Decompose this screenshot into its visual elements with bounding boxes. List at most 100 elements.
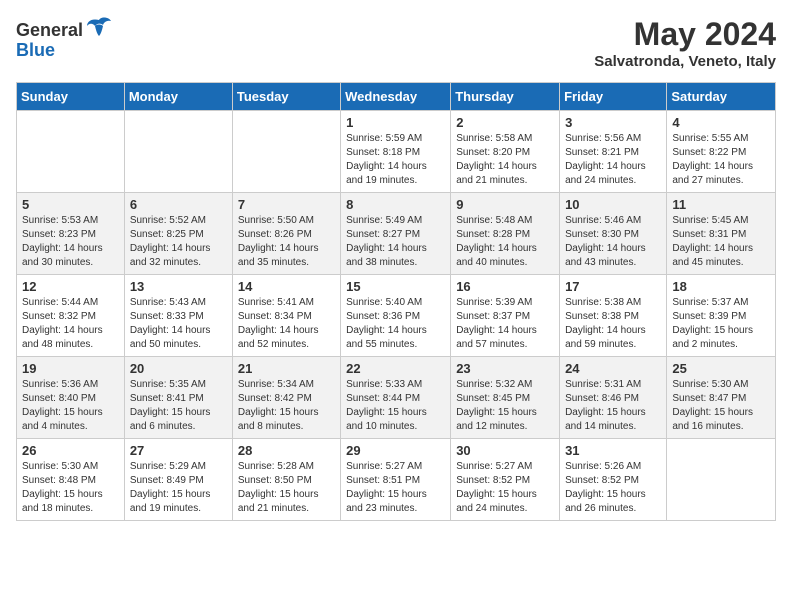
day-number: 20	[130, 361, 227, 376]
page-header: General Blue May 2024 Salvatronda, Venet…	[16, 16, 776, 70]
day-info: Sunrise: 5:48 AM Sunset: 8:28 PM Dayligh…	[456, 214, 554, 270]
calendar-day-cell: 11 Sunrise: 5:45 AM Sunset: 8:31 PM Dayli…	[667, 193, 776, 275]
day-number: 19	[22, 361, 119, 376]
day-info: Sunrise: 5:27 AM Sunset: 8:52 PM Dayligh…	[456, 460, 554, 516]
day-number: 16	[456, 279, 554, 294]
location-subtitle: Salvatronda, Veneto, Italy	[594, 53, 776, 70]
calendar-day-cell: 13 Sunrise: 5:43 AM Sunset: 8:33 PM Dayli…	[124, 275, 232, 357]
calendar-day-cell: 22Sunrise: 5:33 AM Sunset: 8:44 PM Dayli…	[341, 357, 451, 439]
day-info: Sunrise: 5:32 AM Sunset: 8:45 PM Dayligh…	[456, 378, 554, 434]
day-info: Sunrise: 5:55 AM Sunset: 8:22 PM Dayligh…	[672, 132, 770, 188]
day-info: Sunrise: 5:30 AM Sunset: 8:47 PM Dayligh…	[672, 378, 770, 434]
day-number: 2	[456, 115, 554, 130]
day-number: 21	[238, 361, 335, 376]
calendar-day-cell: 7Sunrise: 5:50 AM Sunset: 8:26 PM Daylig…	[232, 193, 340, 275]
month-title: May 2024	[594, 16, 776, 53]
calendar-day-cell: 23 Sunrise: 5:32 AM Sunset: 8:45 PM Dayli…	[451, 357, 560, 439]
logo-general: General	[16, 20, 83, 41]
day-info: Sunrise: 5:45 AM Sunset: 8:31 PM Dayligh…	[672, 214, 770, 270]
calendar-day-cell: 14Sunrise: 5:41 AM Sunset: 8:34 PM Dayli…	[232, 275, 340, 357]
calendar-day-cell: 20 Sunrise: 5:35 AM Sunset: 8:41 PM Dayli…	[124, 357, 232, 439]
day-info: Sunrise: 5:39 AM Sunset: 8:37 PM Dayligh…	[456, 296, 554, 352]
calendar-week-row: 26 Sunrise: 5:30 AM Sunset: 8:48 PM Dayli…	[17, 439, 776, 521]
column-header-saturday: Saturday	[667, 83, 776, 111]
day-number: 13	[130, 279, 227, 294]
day-info: Sunrise: 5:59 AM Sunset: 8:18 PM Dayligh…	[346, 132, 445, 188]
column-header-sunday: Sunday	[17, 83, 125, 111]
day-info: Sunrise: 5:30 AM Sunset: 8:48 PM Dayligh…	[22, 460, 119, 516]
column-header-friday: Friday	[560, 83, 667, 111]
day-info: Sunrise: 5:37 AM Sunset: 8:39 PM Dayligh…	[672, 296, 770, 352]
day-info: Sunrise: 5:46 AM Sunset: 8:30 PM Dayligh…	[565, 214, 661, 270]
calendar-day-cell: 15 Sunrise: 5:40 AM Sunset: 8:36 PM Dayli…	[341, 275, 451, 357]
calendar-day-cell: 1 Sunrise: 5:59 AM Sunset: 8:18 PM Daylig…	[341, 111, 451, 193]
day-info: Sunrise: 5:31 AM Sunset: 8:46 PM Dayligh…	[565, 378, 661, 434]
calendar-header-row: SundayMondayTuesdayWednesdayThursdayFrid…	[17, 83, 776, 111]
column-header-thursday: Thursday	[451, 83, 560, 111]
column-header-tuesday: Tuesday	[232, 83, 340, 111]
day-info: Sunrise: 5:44 AM Sunset: 8:32 PM Dayligh…	[22, 296, 119, 352]
day-info: Sunrise: 5:52 AM Sunset: 8:25 PM Dayligh…	[130, 214, 227, 270]
day-info: Sunrise: 5:41 AM Sunset: 8:34 PM Dayligh…	[238, 296, 335, 352]
day-number: 8	[346, 197, 445, 212]
calendar-table: SundayMondayTuesdayWednesdayThursdayFrid…	[16, 82, 776, 521]
day-info: Sunrise: 5:34 AM Sunset: 8:42 PM Dayligh…	[238, 378, 335, 434]
day-number: 4	[672, 115, 770, 130]
day-info: Sunrise: 5:28 AM Sunset: 8:50 PM Dayligh…	[238, 460, 335, 516]
calendar-day-cell: 18 Sunrise: 5:37 AM Sunset: 8:39 PM Dayli…	[667, 275, 776, 357]
day-number: 1	[346, 115, 445, 130]
day-info: Sunrise: 5:27 AM Sunset: 8:51 PM Dayligh…	[346, 460, 445, 516]
calendar-day-cell: 6 Sunrise: 5:52 AM Sunset: 8:25 PM Daylig…	[124, 193, 232, 275]
calendar-day-cell: 26 Sunrise: 5:30 AM Sunset: 8:48 PM Dayli…	[17, 439, 125, 521]
day-number: 18	[672, 279, 770, 294]
calendar-day-cell: 30 Sunrise: 5:27 AM Sunset: 8:52 PM Dayli…	[451, 439, 560, 521]
column-header-monday: Monday	[124, 83, 232, 111]
calendar-day-cell: 12 Sunrise: 5:44 AM Sunset: 8:32 PM Dayli…	[17, 275, 125, 357]
day-number: 23	[456, 361, 554, 376]
calendar-week-row: 1 Sunrise: 5:59 AM Sunset: 8:18 PM Daylig…	[17, 111, 776, 193]
title-block: May 2024 Salvatronda, Veneto, Italy	[594, 16, 776, 70]
day-info: Sunrise: 5:50 AM Sunset: 8:26 PM Dayligh…	[238, 214, 335, 270]
calendar-day-cell: 3Sunrise: 5:56 AM Sunset: 8:21 PM Daylig…	[560, 111, 667, 193]
logo-blue: Blue	[16, 40, 55, 61]
calendar-day-cell: 24Sunrise: 5:31 AM Sunset: 8:46 PM Dayli…	[560, 357, 667, 439]
calendar-empty-cell	[667, 439, 776, 521]
day-number: 5	[22, 197, 119, 212]
logo: General Blue	[16, 16, 113, 61]
logo-bird-icon	[85, 16, 113, 44]
day-number: 26	[22, 443, 119, 458]
day-info: Sunrise: 5:36 AM Sunset: 8:40 PM Dayligh…	[22, 378, 119, 434]
day-number: 29	[346, 443, 445, 458]
day-number: 11	[672, 197, 770, 212]
calendar-day-cell: 31Sunrise: 5:26 AM Sunset: 8:52 PM Dayli…	[560, 439, 667, 521]
calendar-day-cell: 8Sunrise: 5:49 AM Sunset: 8:27 PM Daylig…	[341, 193, 451, 275]
calendar-empty-cell	[17, 111, 125, 193]
day-info: Sunrise: 5:35 AM Sunset: 8:41 PM Dayligh…	[130, 378, 227, 434]
calendar-empty-cell	[232, 111, 340, 193]
day-number: 12	[22, 279, 119, 294]
day-info: Sunrise: 5:33 AM Sunset: 8:44 PM Dayligh…	[346, 378, 445, 434]
day-info: Sunrise: 5:38 AM Sunset: 8:38 PM Dayligh…	[565, 296, 661, 352]
calendar-day-cell: 10Sunrise: 5:46 AM Sunset: 8:30 PM Dayli…	[560, 193, 667, 275]
day-number: 15	[346, 279, 445, 294]
calendar-day-cell: 25 Sunrise: 5:30 AM Sunset: 8:47 PM Dayli…	[667, 357, 776, 439]
day-number: 25	[672, 361, 770, 376]
calendar-empty-cell	[124, 111, 232, 193]
calendar-day-cell: 28 Sunrise: 5:28 AM Sunset: 8:50 PM Dayli…	[232, 439, 340, 521]
calendar-week-row: 19 Sunrise: 5:36 AM Sunset: 8:40 PM Dayli…	[17, 357, 776, 439]
calendar-day-cell: 21 Sunrise: 5:34 AM Sunset: 8:42 PM Dayli…	[232, 357, 340, 439]
calendar-day-cell: 9Sunrise: 5:48 AM Sunset: 8:28 PM Daylig…	[451, 193, 560, 275]
calendar-day-cell: 27Sunrise: 5:29 AM Sunset: 8:49 PM Dayli…	[124, 439, 232, 521]
day-number: 6	[130, 197, 227, 212]
calendar-week-row: 5Sunrise: 5:53 AM Sunset: 8:23 PM Daylig…	[17, 193, 776, 275]
day-number: 30	[456, 443, 554, 458]
day-number: 3	[565, 115, 661, 130]
day-number: 27	[130, 443, 227, 458]
day-info: Sunrise: 5:43 AM Sunset: 8:33 PM Dayligh…	[130, 296, 227, 352]
calendar-day-cell: 19 Sunrise: 5:36 AM Sunset: 8:40 PM Dayli…	[17, 357, 125, 439]
day-info: Sunrise: 5:40 AM Sunset: 8:36 PM Dayligh…	[346, 296, 445, 352]
day-number: 28	[238, 443, 335, 458]
calendar-day-cell: 2 Sunrise: 5:58 AM Sunset: 8:20 PM Daylig…	[451, 111, 560, 193]
day-info: Sunrise: 5:58 AM Sunset: 8:20 PM Dayligh…	[456, 132, 554, 188]
calendar-day-cell: 5Sunrise: 5:53 AM Sunset: 8:23 PM Daylig…	[17, 193, 125, 275]
